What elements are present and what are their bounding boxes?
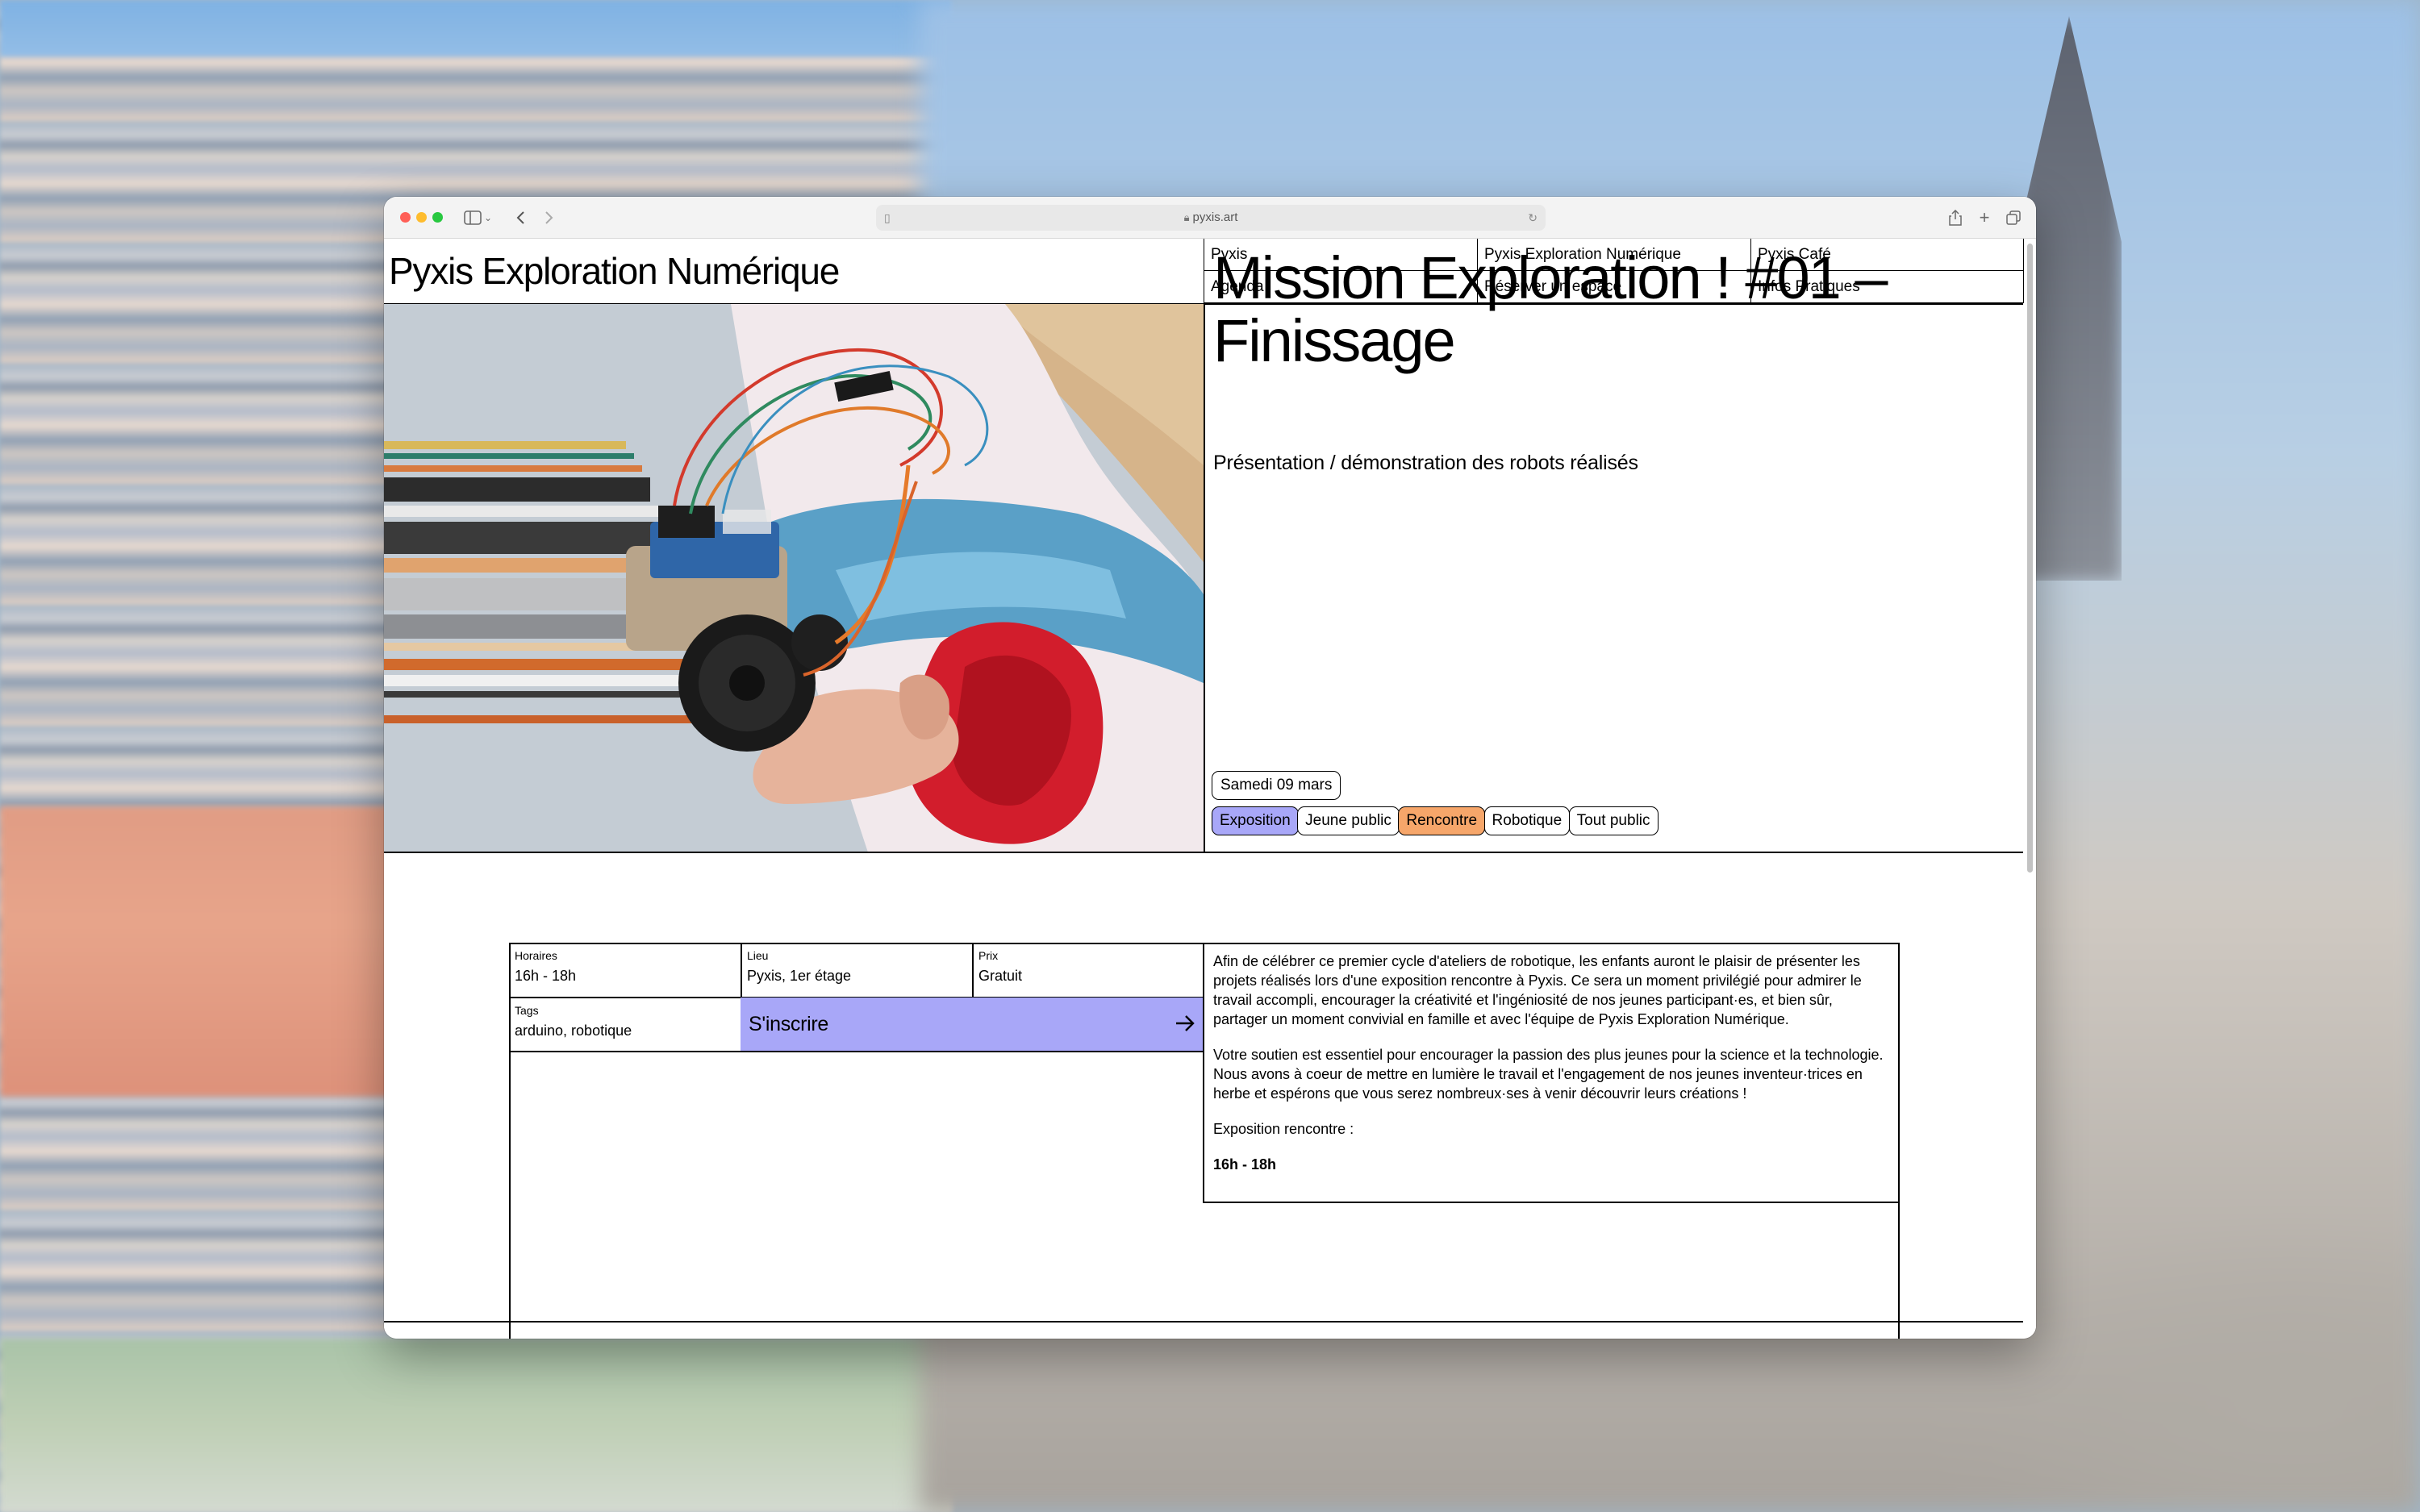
chevron-down-icon[interactable]: ⌄ bbox=[482, 206, 494, 229]
register-button[interactable]: S'inscrire bbox=[741, 998, 1204, 1052]
divider bbox=[1204, 304, 1205, 852]
description-paragraph: Votre soutien est essentiel pour encoura… bbox=[1213, 1047, 1884, 1102]
site-logo-title[interactable]: Pyxis Exploration Numérique bbox=[389, 239, 840, 303]
description-paragraph: Exposition rencontre : bbox=[1213, 1121, 1354, 1137]
info-tags: Tags arduino, robotique bbox=[509, 998, 741, 1052]
info-lieu: Lieu Pyxis, 1er étage bbox=[741, 943, 973, 998]
tag-exposition[interactable]: Exposition bbox=[1212, 806, 1299, 835]
minimize-window-button[interactable] bbox=[416, 212, 427, 223]
url-text: pyxis.art bbox=[1192, 210, 1238, 224]
info-value: Gratuit bbox=[978, 968, 1023, 984]
divider bbox=[384, 852, 2023, 853]
forward-arrow-icon[interactable] bbox=[537, 206, 560, 229]
register-label: S'inscrire bbox=[749, 1013, 829, 1035]
info-value: arduino, robotique bbox=[515, 1023, 632, 1039]
event-tags: Exposition Jeune public Rencontre Roboti… bbox=[1212, 806, 1659, 835]
tag-tout-public[interactable]: Tout public bbox=[1568, 806, 1659, 835]
info-label: Prix bbox=[978, 949, 999, 962]
address-bar[interactable]: ▯ 🔒︎ pyxis.art ↻ bbox=[876, 205, 1546, 231]
close-window-button[interactable] bbox=[400, 212, 411, 223]
event-title-line: Mission Exploration ! #01 – bbox=[1213, 244, 1888, 311]
tab-overview-icon[interactable] bbox=[2002, 206, 2025, 229]
browser-window: ⌄ ▯ 🔒︎ pyxis.art ↻ + Pyxis Exploration Nu… bbox=[384, 197, 2036, 1339]
info-value: 16h - 18h bbox=[515, 968, 577, 984]
blurred-sky-band bbox=[0, 0, 952, 56]
share-icon[interactable] bbox=[1944, 206, 1967, 229]
divider bbox=[384, 1321, 2023, 1322]
reload-icon[interactable]: ↻ bbox=[1528, 205, 1538, 231]
new-tab-icon[interactable]: + bbox=[1973, 206, 1996, 229]
info-label: Lieu bbox=[747, 949, 769, 962]
back-arrow-icon[interactable] bbox=[510, 206, 532, 229]
maximize-window-button[interactable] bbox=[432, 212, 443, 223]
divider bbox=[509, 1051, 1204, 1052]
divider bbox=[1203, 1202, 1899, 1203]
info-label: Horaires bbox=[515, 949, 557, 962]
event-title: Mission Exploration ! #01 – Finissage bbox=[1213, 247, 1988, 373]
info-horaires: Horaires 16h - 18h bbox=[509, 943, 741, 998]
web-page: Pyxis Exploration Numérique Pyxis Pyxis … bbox=[384, 239, 2036, 1339]
sidebar-toggle-icon[interactable] bbox=[461, 206, 484, 229]
event-subtitle: Présentation / démonstration des robots … bbox=[1213, 452, 1638, 474]
event-date-badge: Samedi 09 mars bbox=[1212, 771, 1341, 800]
info-prix: Prix Gratuit bbox=[973, 943, 1204, 998]
browser-toolbar: ⌄ ▯ 🔒︎ pyxis.art ↻ + bbox=[384, 197, 2036, 239]
event-title-line: Finissage bbox=[1213, 307, 1456, 374]
description-time: 16h - 18h bbox=[1213, 1156, 1277, 1173]
event-description: Afin de célébrer ce premier cycle d'atel… bbox=[1204, 943, 1898, 1202]
divider bbox=[1898, 943, 1900, 1339]
event-info-grid: Horaires 16h - 18h Lieu Pyxis, 1er étage… bbox=[509, 943, 1900, 1339]
tag-rencontre[interactable]: Rencontre bbox=[1398, 806, 1486, 835]
event-hero-image bbox=[384, 304, 1204, 852]
arrow-right-icon bbox=[1175, 1013, 1195, 1037]
tag-robotique[interactable]: Robotique bbox=[1483, 806, 1571, 835]
description-paragraph: Afin de célébrer ce premier cycle d'atel… bbox=[1213, 953, 1862, 1027]
page-scrollbar[interactable] bbox=[2027, 244, 2033, 873]
info-value: Pyxis, 1er étage bbox=[747, 968, 852, 984]
lock-icon: 🔒︎ bbox=[1183, 211, 1190, 223]
tag-jeune-public[interactable]: Jeune public bbox=[1297, 806, 1400, 835]
info-label: Tags bbox=[515, 1004, 539, 1017]
blurred-green-band bbox=[0, 1339, 952, 1512]
